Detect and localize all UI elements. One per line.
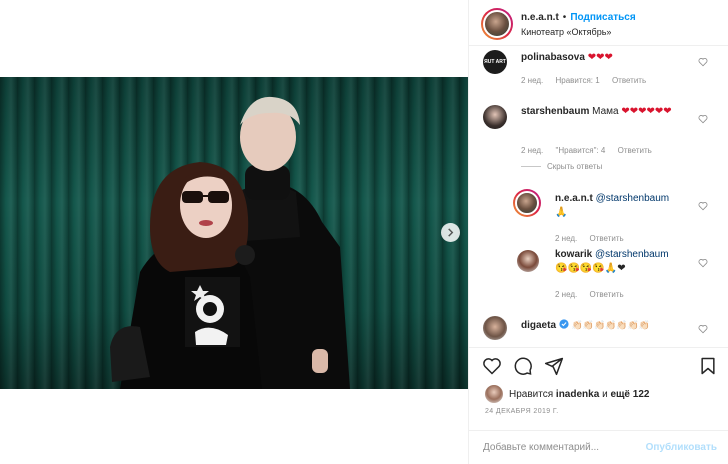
- post-header: n.e.a.n.t • Подписаться Кинотеатр «Октяб…: [469, 0, 728, 46]
- reply-mention[interactable]: @starshenbaum: [595, 249, 669, 260]
- share-send-icon[interactable]: [544, 356, 564, 376]
- comment-username[interactable]: polinabasova: [521, 52, 585, 63]
- comment-time[interactable]: 2 нед.: [521, 76, 543, 85]
- reply-button[interactable]: Ответить: [618, 146, 652, 155]
- liker-avatar[interactable]: [485, 385, 503, 403]
- likes-and: и: [602, 388, 608, 400]
- reply-button[interactable]: Ответить: [590, 290, 624, 299]
- reply-meta: 2 нед. Ответить: [555, 234, 634, 243]
- likes-count[interactable]: ещё 122: [610, 389, 649, 400]
- avatar-logo-text: ЯUT ART: [484, 59, 506, 65]
- reply-body: kowarik @starshenbaum 😘😘😘😘🙏❤: [555, 248, 695, 276]
- publish-button[interactable]: Опубликовать: [646, 442, 717, 453]
- comment-body: polinabasova ❤❤❤: [521, 51, 613, 65]
- reply-mention[interactable]: @starshenbaum: [596, 193, 670, 204]
- save-bookmark-icon[interactable]: [698, 356, 718, 376]
- add-comment-bar: Добавьте комментарий... Опубликовать: [469, 430, 728, 464]
- verified-badge-icon: [559, 319, 569, 329]
- liker-username[interactable]: inadenka: [556, 389, 599, 400]
- comment-likes[interactable]: Нравится: 1: [556, 76, 600, 85]
- author-avatar[interactable]: [481, 8, 513, 40]
- hide-replies-toggle[interactable]: Скрыть ответы: [521, 162, 602, 171]
- likes-prefix: Нравится: [509, 388, 554, 400]
- post-date[interactable]: 24 ДЕКАБРЯ 2019 Г.: [485, 408, 559, 415]
- comments-list: ЯUT ART polinabasova ❤❤❤ 2 нед. Нравится…: [469, 47, 728, 347]
- comment-username[interactable]: starshenbaum: [521, 106, 589, 117]
- photo-people: [110, 96, 350, 389]
- reply-button[interactable]: Ответить: [590, 234, 624, 243]
- comment-avatar[interactable]: ЯUT ART: [483, 50, 507, 74]
- post-actions: Нравится inadenka и ещё 122 24 ДЕКАБРЯ 2…: [469, 347, 728, 464]
- reply-meta: 2 нед. Ответить: [555, 290, 634, 299]
- comment-emoji: ❤❤❤: [587, 52, 613, 63]
- comment-username[interactable]: digaeta: [521, 320, 556, 331]
- reply-time[interactable]: 2 нед.: [555, 290, 577, 299]
- comment-text: Мама: [592, 106, 619, 117]
- like-reply-heart-icon[interactable]: [698, 258, 708, 268]
- hide-replies-label[interactable]: Скрыть ответы: [547, 162, 602, 171]
- reply-button[interactable]: Ответить: [612, 76, 646, 85]
- like-reply-heart-icon[interactable]: [698, 201, 708, 211]
- header-separator: •: [562, 12, 567, 23]
- comment-emoji: 👏🏻👏🏻👏🏻👏🏻👏🏻👏🏻👏🏻: [571, 320, 651, 330]
- follow-button[interactable]: Подписаться: [570, 12, 635, 23]
- comment-avatar[interactable]: [483, 105, 507, 129]
- reply-avatar[interactable]: [517, 250, 539, 272]
- comment-body: digaeta 👏🏻👏🏻👏🏻👏🏻👏🏻👏🏻👏🏻: [521, 318, 696, 333]
- post-photo[interactable]: [0, 77, 468, 389]
- post-side-panel: n.e.a.n.t • Подписаться Кинотеатр «Октяб…: [468, 0, 728, 464]
- reply-body: n.e.a.n.t @starshenbaum 🙏: [555, 192, 695, 220]
- reply-emoji: 🙏: [555, 207, 568, 218]
- reply-time[interactable]: 2 нед.: [555, 234, 577, 243]
- add-comment-input[interactable]: Добавьте комментарий...: [483, 442, 599, 453]
- like-comment-heart-icon[interactable]: [698, 324, 708, 334]
- comment-emoji: ❤❤❤❤❤❤: [621, 106, 672, 117]
- comment-bubble-icon[interactable]: [513, 356, 533, 376]
- comment-body: starshenbaum Мама ❤❤❤❤❤❤: [521, 105, 691, 119]
- reply-username[interactable]: kowarik: [555, 249, 592, 260]
- next-photo-button[interactable]: [441, 223, 460, 242]
- like-comment-heart-icon[interactable]: [698, 114, 708, 124]
- replies-line-divider: [521, 166, 541, 167]
- like-comment-heart-icon[interactable]: [698, 57, 708, 67]
- likes-summary[interactable]: Нравится inadenka и ещё 122: [485, 385, 649, 403]
- reply-username[interactable]: n.e.a.n.t: [555, 193, 593, 204]
- like-heart-icon[interactable]: [482, 356, 502, 376]
- comment-meta: 2 нед. "Нравится": 4 Ответить: [521, 146, 662, 155]
- comment-time[interactable]: 2 нед.: [521, 146, 543, 155]
- comment-avatar[interactable]: [483, 316, 507, 340]
- author-username[interactable]: n.e.a.n.t: [521, 12, 559, 23]
- comment-likes[interactable]: "Нравится": 4: [556, 146, 606, 155]
- comment-meta: 2 нед. Нравится: 1 Ответить: [521, 76, 656, 85]
- chevron-right-icon: [448, 228, 454, 237]
- reply-emoji: 😘😘😘😘🙏❤: [555, 263, 626, 274]
- post-location[interactable]: Кинотеатр «Октябрь»: [521, 27, 611, 37]
- reply-avatar[interactable]: [513, 189, 541, 217]
- post-media-area: [0, 0, 468, 464]
